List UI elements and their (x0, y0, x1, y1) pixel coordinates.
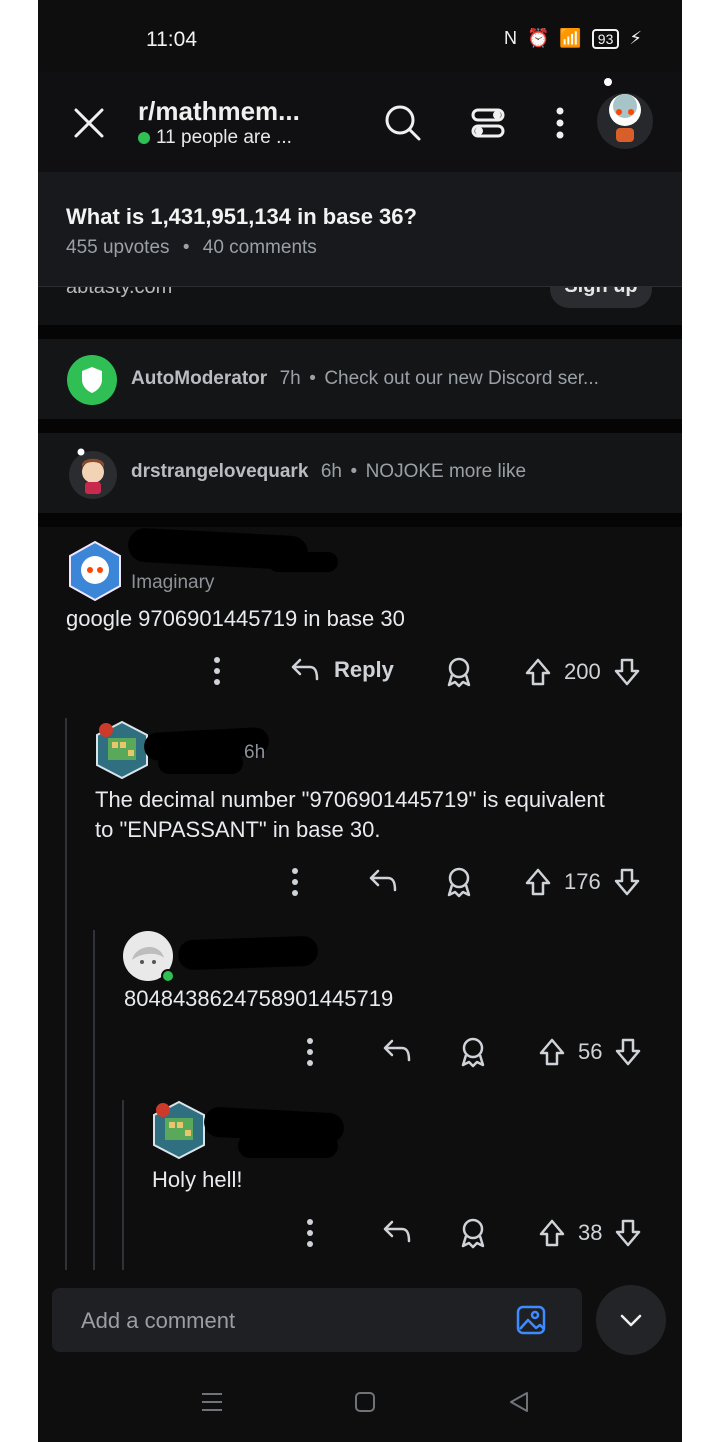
post-meta: 455 upvotes • 40 comments (66, 237, 317, 259)
avatar[interactable] (94, 720, 150, 780)
award-icon[interactable] (444, 866, 474, 898)
collapsed-line-drstrangelove: drstrangelovequark 6h • NOJOKE more like (131, 461, 526, 483)
back-icon[interactable] (508, 1391, 530, 1413)
downvote-icon[interactable] (614, 1218, 642, 1248)
avatar[interactable] (66, 540, 124, 602)
user-avatar[interactable] (594, 76, 656, 150)
award-icon[interactable] (458, 1036, 488, 1068)
score: 176 (564, 869, 601, 894)
divider (38, 513, 682, 527)
downvote-icon[interactable] (614, 1037, 642, 1067)
meta-dot: • (309, 368, 316, 389)
vote-controls: 56 (538, 1037, 642, 1067)
chevron-down-icon (619, 1310, 643, 1330)
online-dot (138, 132, 150, 144)
upvote-icon[interactable] (538, 1037, 566, 1067)
comment-body: 8048438624758901445719 (124, 986, 394, 1011)
status-icons: N ⏰ 📶 93 ⚡ (504, 28, 642, 49)
wifi-icon: 📶 (559, 28, 582, 48)
downvote-icon[interactable] (613, 867, 641, 897)
online-text: 11 people are ... (156, 127, 292, 148)
more-options-icon[interactable] (290, 867, 300, 897)
downvote-icon[interactable] (613, 657, 641, 687)
upvote-count: 455 upvotes (66, 237, 170, 258)
nfc-icon: N (503, 28, 517, 48)
reply-icon[interactable] (382, 1038, 412, 1064)
vote-controls: 38 (538, 1218, 642, 1248)
comment-author[interactable]: drstrangelovequark (131, 461, 308, 482)
comment-preview: NOJOKE more like (365, 461, 527, 482)
collapsed-line-automod: AutoModerator 7h • Check out our new Dis… (131, 368, 599, 390)
subreddit-name[interactable]: r/mathmem... (138, 96, 300, 127)
more-options-icon[interactable] (305, 1037, 315, 1067)
thread-line[interactable] (65, 718, 67, 1278)
upvote-icon[interactable] (524, 657, 552, 687)
avatar[interactable] (122, 930, 178, 986)
more-options-icon[interactable] (305, 1218, 315, 1248)
thread-line[interactable] (122, 1100, 124, 1278)
reply-label: Reply (334, 657, 394, 682)
filter-icon[interactable] (470, 106, 506, 140)
comment-preview: Check out our new Discord ser... (324, 368, 599, 389)
add-comment-placeholder: Add a comment (81, 1308, 236, 1333)
comment-time: 7h (279, 368, 301, 389)
comment-author[interactable]: AutoModerator (131, 368, 267, 389)
user-flair: Imaginary (131, 572, 215, 593)
score: 38 (578, 1220, 603, 1245)
top-bar (38, 72, 682, 172)
redacted-username (238, 1134, 338, 1158)
reply-icon[interactable] (382, 1219, 412, 1245)
reply-icon[interactable] (368, 868, 398, 894)
avatar[interactable] (151, 1100, 207, 1160)
upvote-icon[interactable] (524, 867, 552, 897)
divider (38, 419, 682, 433)
comment-count: 40 comments (202, 237, 317, 258)
search-icon[interactable] (384, 104, 422, 142)
comment-body: The decimal number "9706901445719" is eq… (95, 787, 605, 842)
redacted-username (177, 935, 319, 971)
reply-button[interactable]: Reply (290, 657, 394, 683)
thread-line[interactable] (93, 930, 95, 1278)
comment-time: 6h (244, 742, 266, 763)
vote-controls: 176 (524, 867, 641, 897)
post-title: What is 1,431,951,134 in base 36? (66, 204, 417, 229)
automod-shield-icon (66, 354, 118, 406)
upvote-icon[interactable] (538, 1218, 566, 1248)
image-upload-icon[interactable] (516, 1305, 546, 1335)
reply-icon (291, 658, 319, 681)
comment-time: 6h (320, 461, 342, 482)
home-icon[interactable] (354, 1391, 376, 1413)
alarm-icon: ⏰ (526, 28, 550, 48)
status-time: 11:04 (146, 28, 197, 51)
online-count: 11 people are ... (138, 127, 292, 149)
battery-indicator: 93 (591, 28, 620, 49)
close-icon[interactable] (72, 106, 106, 140)
redacted-username (268, 552, 338, 572)
more-options-icon[interactable] (212, 656, 222, 686)
divider (38, 325, 682, 339)
comment-body: Holy hell! (152, 1167, 243, 1192)
app-screen: 11:04 N ⏰ 📶 93 ⚡ r/mathmem... 11 people … (38, 0, 682, 1442)
score: 200 (564, 659, 601, 684)
award-icon[interactable] (458, 1217, 488, 1249)
redacted-username (158, 752, 243, 774)
recent-apps-icon[interactable] (200, 1390, 224, 1414)
vote-controls: 200 (524, 657, 641, 687)
avatar (66, 446, 120, 500)
charging-icon: ⚡ (629, 28, 642, 48)
award-icon[interactable] (444, 656, 474, 688)
more-options-icon[interactable] (554, 106, 566, 140)
meta-dot: • (350, 461, 358, 482)
meta-dot: • (182, 237, 190, 258)
score: 56 (578, 1039, 603, 1064)
comment-body: google 9706901445719 in base 30 (66, 606, 405, 631)
